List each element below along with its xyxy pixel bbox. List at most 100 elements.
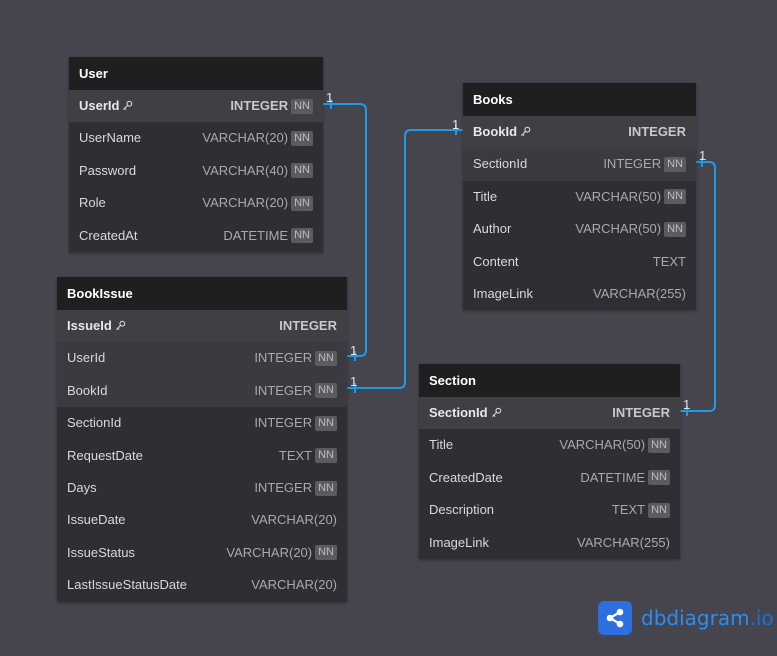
field-name: RequestDate <box>67 440 279 472</box>
field-row[interactable]: Role VARCHAR(20) NN <box>69 187 323 219</box>
not-null-badge: NN <box>315 545 337 561</box>
link-bookissue-books <box>346 129 463 389</box>
field-name-text: CreatedDate <box>429 469 503 485</box>
field-row[interactable]: Content TEXT <box>463 246 696 278</box>
field-name: IssueId <box>67 310 279 342</box>
field-type: INTEGER <box>254 350 313 366</box>
field-name-text: Days <box>67 479 97 495</box>
field-name: Author <box>473 213 575 245</box>
cardinality-label: 1 <box>326 90 334 105</box>
table-section[interactable]: Section SectionId INTEGER Title VARCHAR(50) N… <box>419 364 680 559</box>
field-name: UserName <box>79 122 202 154</box>
field-name-text: IssueStatus <box>67 544 135 560</box>
field-name: BookId <box>67 375 254 407</box>
field-type: INTEGER <box>254 415 313 431</box>
field-name-text: CreatedAt <box>79 227 138 243</box>
field-name-text: SectionId <box>67 415 122 431</box>
field-type: TEXT <box>278 447 313 463</box>
key-icon <box>123 100 133 111</box>
field-type: INTEGER <box>230 98 289 113</box>
field-row[interactable]: IssueStatus VARCHAR(20) NN <box>57 537 347 569</box>
field-name-text: Role <box>79 195 106 211</box>
field-name: ImageLink <box>473 278 593 310</box>
field-row[interactable]: BookId INTEGER NN <box>57 374 347 408</box>
not-null-badge: NN <box>315 480 337 496</box>
field-name: SectionId <box>429 397 612 429</box>
field-type: VARCHAR(20) <box>226 544 313 560</box>
field-row[interactable]: ImageLink VARCHAR(255) <box>419 527 680 559</box>
not-null-badge: NN <box>664 189 686 205</box>
field-name: Description <box>429 494 612 526</box>
field-row[interactable]: Title VARCHAR(50) NN <box>419 429 680 461</box>
dbdiagram-logo[interactable]: dbdiagram.io <box>598 601 774 635</box>
not-null-badge: NN <box>664 157 686 173</box>
table-user[interactable]: User UserId INTEGER NN UserName VARCHAR(20) NN… <box>69 57 323 252</box>
field-name-text: ImageLink <box>473 285 533 301</box>
not-null-badge: NN <box>315 383 337 399</box>
field-row[interactable]: Title VARCHAR(50) NN <box>463 181 696 213</box>
field-name-text: Content <box>473 253 519 269</box>
field-name-text: LastIssueStatusDate <box>67 577 187 593</box>
field-row[interactable]: RequestDate TEXT NN <box>57 440 347 472</box>
key-icon <box>115 320 126 331</box>
field-row[interactable]: ImageLink VARCHAR(255) <box>463 278 696 310</box>
field-row[interactable]: Author VARCHAR(50) NN <box>463 213 696 245</box>
key-icon <box>491 407 501 418</box>
field-row[interactable]: Description TEXT NN <box>419 494 680 526</box>
table-header[interactable]: Books <box>463 83 696 116</box>
field-name: SectionId <box>473 148 603 180</box>
field-row[interactable]: IssueId INTEGER <box>57 310 347 343</box>
not-null-badge: NN <box>291 228 313 244</box>
field-name-text: RequestDate <box>67 447 143 463</box>
field-name-text: Title <box>473 188 498 204</box>
cardinality-label: 1 <box>452 117 460 132</box>
field-name-text: IssueId <box>67 318 112 333</box>
field-name: SectionId <box>67 407 254 439</box>
table-header[interactable]: User <box>69 57 323 90</box>
field-type: VARCHAR(255) <box>593 285 686 301</box>
field-row[interactable]: SectionId INTEGER NN <box>57 407 347 439</box>
table-header[interactable]: BookIssue <box>57 277 347 310</box>
field-name-text: SectionId <box>429 405 488 420</box>
field-name: BookId <box>473 116 628 148</box>
not-null-badge: NN <box>291 98 313 114</box>
table-books[interactable]: Books BookId INTEGER SectionId INTEGER NN Titl… <box>463 83 696 311</box>
field-row[interactable]: UserId INTEGER NN <box>57 342 347 375</box>
table-bookissue[interactable]: BookIssue IssueId INTEGER UserId INTEGER NN Bo… <box>57 277 347 602</box>
field-row[interactable]: CreatedDate DATETIME NN <box>419 462 680 494</box>
not-null-badge: NN <box>648 438 670 454</box>
field-name-text: BookId <box>473 124 518 139</box>
field-type: DATETIME <box>580 469 646 485</box>
field-row[interactable]: UserId INTEGER NN <box>69 90 323 123</box>
field-type: VARCHAR(255) <box>577 534 670 550</box>
field-name: ImageLink <box>429 527 577 559</box>
field-row[interactable]: Password VARCHAR(40) NN <box>69 155 323 187</box>
field-type: VARCHAR(50) <box>559 437 646 453</box>
field-name: Password <box>79 155 202 187</box>
field-row[interactable]: Days INTEGER NN <box>57 472 347 504</box>
field-name: IssueStatus <box>67 537 226 569</box>
field-row[interactable]: IssueDate VARCHAR(20) <box>57 504 347 536</box>
field-type: TEXT <box>611 502 646 518</box>
not-null-badge: NN <box>315 415 337 431</box>
field-name: IssueDate <box>67 504 251 536</box>
field-type: VARCHAR(40) <box>202 162 289 178</box>
field-name-text: Description <box>429 502 495 518</box>
field-name-text: Title <box>429 437 454 453</box>
not-null-badge: NN <box>315 351 337 367</box>
field-type: DATETIME <box>223 227 289 243</box>
field-type: VARCHAR(20) <box>202 195 289 211</box>
field-row[interactable]: BookId INTEGER <box>463 116 696 149</box>
field-name-text: UserName <box>79 130 142 146</box>
share-nodes-icon <box>598 601 632 635</box>
field-row[interactable]: CreatedAt DATETIME NN <box>69 220 323 252</box>
field-type: VARCHAR(20) <box>251 577 337 593</box>
field-row[interactable]: SectionId INTEGER NN <box>463 148 696 181</box>
field-row[interactable]: SectionId INTEGER <box>419 397 680 430</box>
field-row[interactable]: UserName VARCHAR(20) NN <box>69 122 323 154</box>
not-null-badge: NN <box>291 131 313 147</box>
table-header[interactable]: Section <box>419 364 680 397</box>
field-name: CreatedDate <box>429 462 580 494</box>
field-name: UserId <box>67 342 254 374</box>
field-row[interactable]: LastIssueStatusDate VARCHAR(20) <box>57 569 347 601</box>
